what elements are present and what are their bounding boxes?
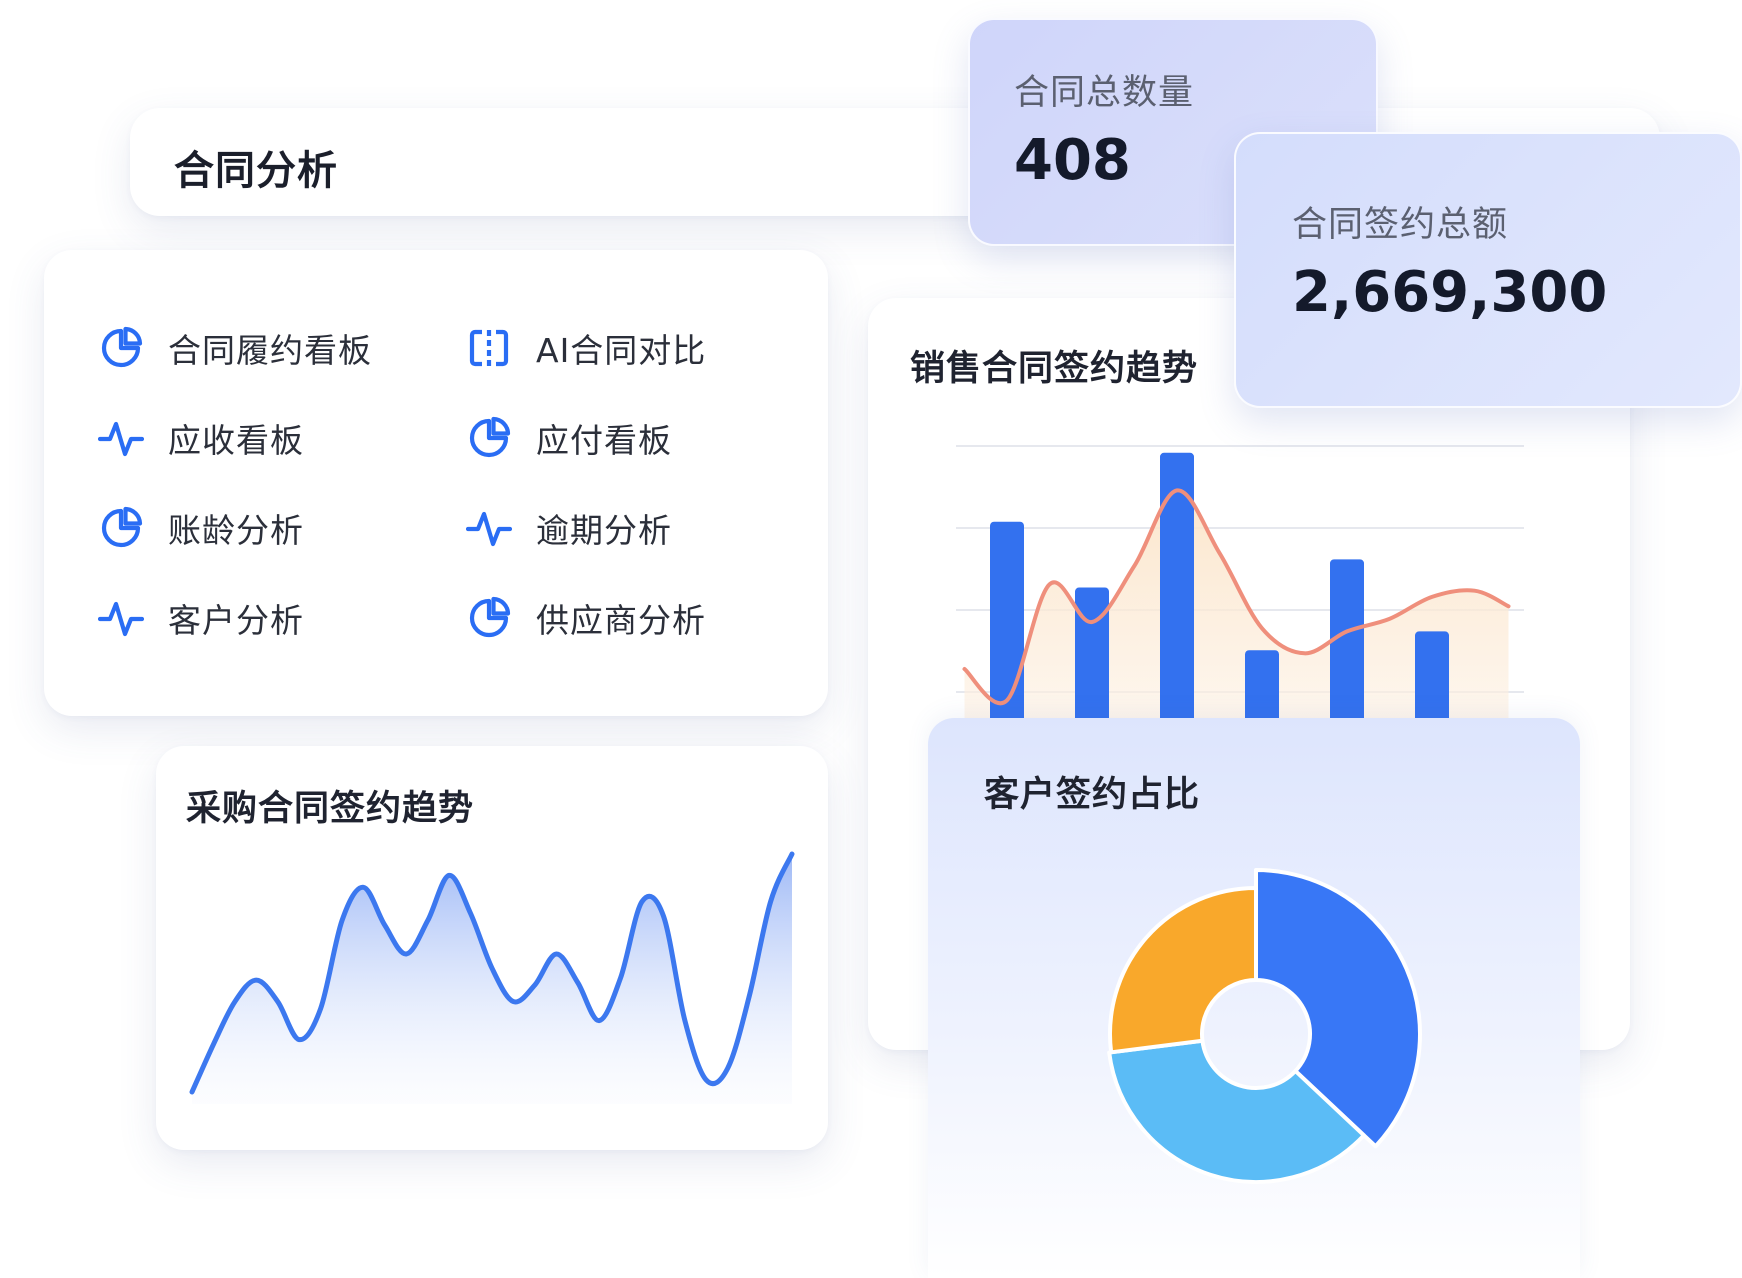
menu-item-customer[interactable]: 客户分析 [96,590,304,646]
menu-item-contract-performance[interactable]: 合同履约看板 [96,320,372,376]
menu-item-aging[interactable]: 账龄分析 [96,500,304,556]
dashboard-stage: 合同分析 合同履约看板 AI合同对比 应收看板 应付看板 账龄分析 逾期分析 客… [0,0,1742,1278]
stat-card-contract-amount: 合同签约总额 2,669,300 [1234,132,1742,408]
area-fill [192,854,792,1104]
page-title: 合同分析 [174,148,338,194]
pie-slice [1108,886,1258,1055]
pulse-icon [96,593,146,643]
menu-item-supplier[interactable]: 供应商分析 [464,590,706,646]
stat-label: 合同总数量 [1014,73,1195,113]
bar [990,521,1024,746]
pie-chart-icon [464,593,514,643]
menu-item-label: 应付看板 [536,421,672,460]
menu-item-label: 供应商分析 [536,601,706,640]
menu-item-label: AI合同对比 [536,331,707,370]
pie-chart-icon [464,413,514,463]
menu-item-overdue[interactable]: 逾期分析 [464,500,672,556]
compare-icon [464,323,514,373]
pie-chart-icon [96,323,146,373]
pie-chart-icon [96,503,146,553]
purchase-trend-chart [189,851,795,1104]
customer-share-chart [1107,868,1422,1184]
purchase-trend-card: 采购合同签约趋势 [156,746,828,1150]
menu-item-label: 合同履约看板 [168,331,372,370]
stat-label: 合同签约总额 [1292,205,1509,245]
menu-item-label: 账龄分析 [168,511,304,550]
menu-item-ai-compare[interactable]: AI合同对比 [464,320,706,376]
pulse-icon [464,503,514,553]
menu-item-payables[interactable]: 应付看板 [464,410,672,466]
stat-value: 2,669,300 [1292,260,1608,325]
analysis-menu: 合同履约看板 AI合同对比 应收看板 应付看板 账龄分析 逾期分析 客户分析 供… [44,250,828,716]
menu-item-label: 逾期分析 [536,511,672,550]
pulse-icon [96,413,146,463]
stat-value: 408 [1014,128,1131,193]
menu-item-label: 客户分析 [168,601,304,640]
menu-item-label: 应收看板 [168,421,304,460]
menu-item-receivables[interactable]: 应收看板 [96,410,304,466]
customer-share-card: 客户签约占比 [928,718,1580,1278]
